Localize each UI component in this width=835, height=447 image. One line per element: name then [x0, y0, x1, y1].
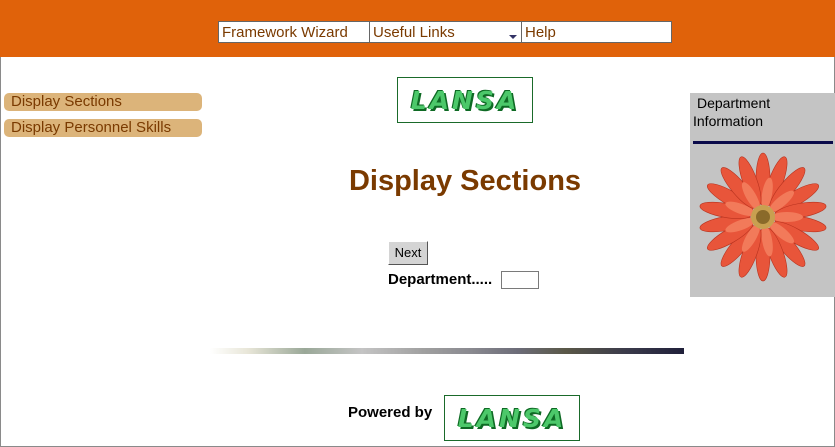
page-title: Display Sections — [348, 165, 582, 197]
sidebar-nav: Display Sections Display Personnel Skill… — [4, 93, 202, 145]
panel-divider — [693, 141, 833, 144]
sidebar-item-display-personnel-skills[interactable]: Display Personnel Skills — [4, 119, 202, 137]
menu-useful-links[interactable]: Useful Links — [370, 22, 522, 42]
menu-help[interactable]: Help — [522, 22, 671, 42]
footer-logo-text: LANSA — [457, 403, 567, 433]
next-button[interactable]: Next — [388, 241, 428, 265]
department-info-panel: Department Information — [690, 93, 835, 297]
department-label: Department..... — [388, 271, 493, 288]
sidebar-item-display-sections[interactable]: Display Sections — [4, 93, 202, 111]
flower-image — [699, 152, 827, 282]
panel-title: Department Information — [693, 94, 827, 130]
logo-text: LANSA — [410, 85, 520, 115]
lansa-logo: LANSA — [397, 77, 533, 123]
powered-by-label: Powered by — [348, 404, 433, 421]
lansa-footer-logo: LANSA — [444, 395, 580, 441]
panel-title-line1: Department — [697, 95, 771, 111]
chevron-down-icon[interactable] — [509, 35, 517, 39]
menu-useful-links-label: Useful Links — [373, 24, 455, 41]
menu-bar: Framework Wizard Useful Links Help — [218, 21, 672, 43]
menu-framework-wizard[interactable]: Framework Wizard — [219, 22, 370, 42]
panel-title-line2: Information — [693, 113, 764, 129]
decorative-divider — [210, 348, 684, 354]
header-bar: Framework Wizard Useful Links Help — [0, 0, 835, 57]
department-input[interactable] — [501, 271, 539, 289]
